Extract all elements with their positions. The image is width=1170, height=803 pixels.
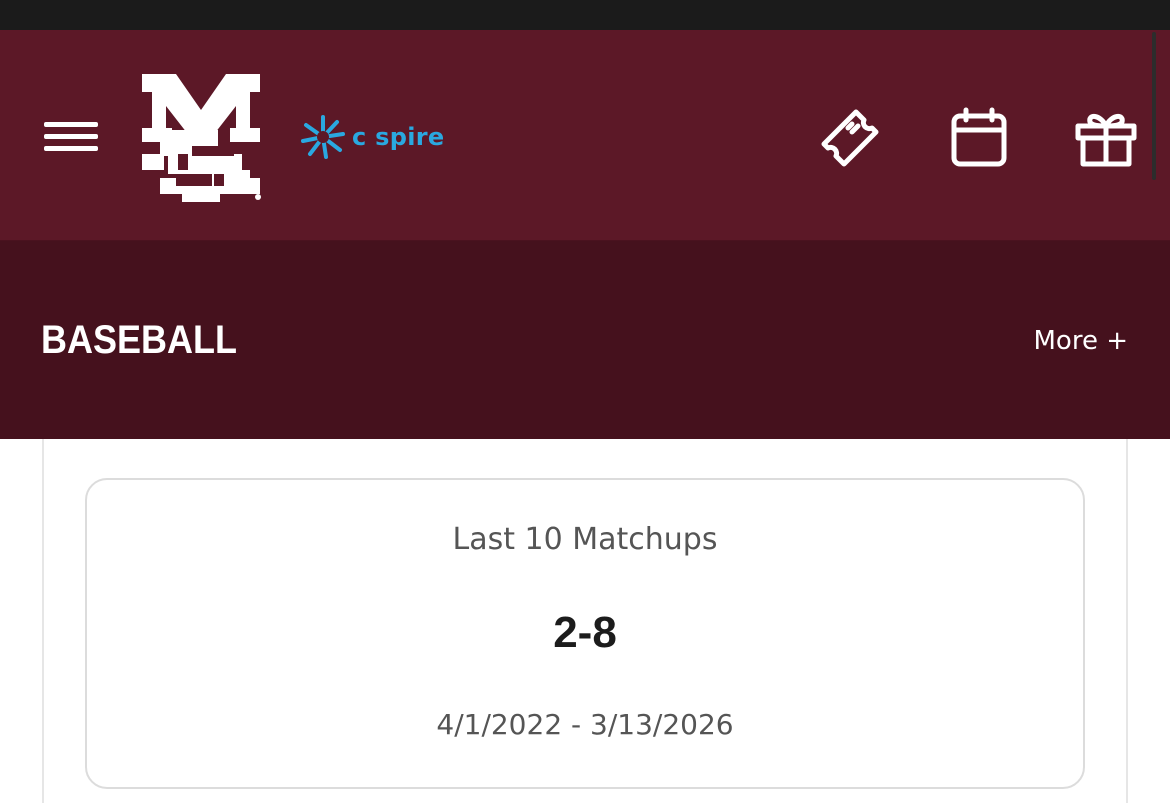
sponsor-logo[interactable]: c spire: [300, 110, 445, 164]
more-menu-button[interactable]: More +: [1033, 326, 1128, 356]
matchup-record: 2-8: [553, 608, 617, 657]
matchup-date-range: 4/1/2022 - 3/13/2026: [436, 708, 734, 741]
gift-icon[interactable]: [1074, 106, 1138, 170]
matchup-label: Last 10 Matchups: [452, 522, 718, 557]
top-header: c spire: [0, 30, 1170, 241]
sponsor-label: c spire: [352, 123, 445, 151]
page-title: BASEBALL: [41, 318, 238, 362]
scrollbar[interactable]: [1152, 32, 1156, 180]
cspire-burst-icon: [301, 115, 345, 159]
matchup-summary-card: Last 10 Matchups 2-8 4/1/2022 - 3/13/202…: [85, 478, 1085, 789]
hamburger-menu-icon[interactable]: [44, 116, 98, 156]
calendar-icon[interactable]: [946, 106, 1010, 170]
status-bar: [0, 0, 1170, 30]
ms-logo-icon[interactable]: [138, 70, 264, 202]
ticket-icon[interactable]: [818, 106, 882, 170]
